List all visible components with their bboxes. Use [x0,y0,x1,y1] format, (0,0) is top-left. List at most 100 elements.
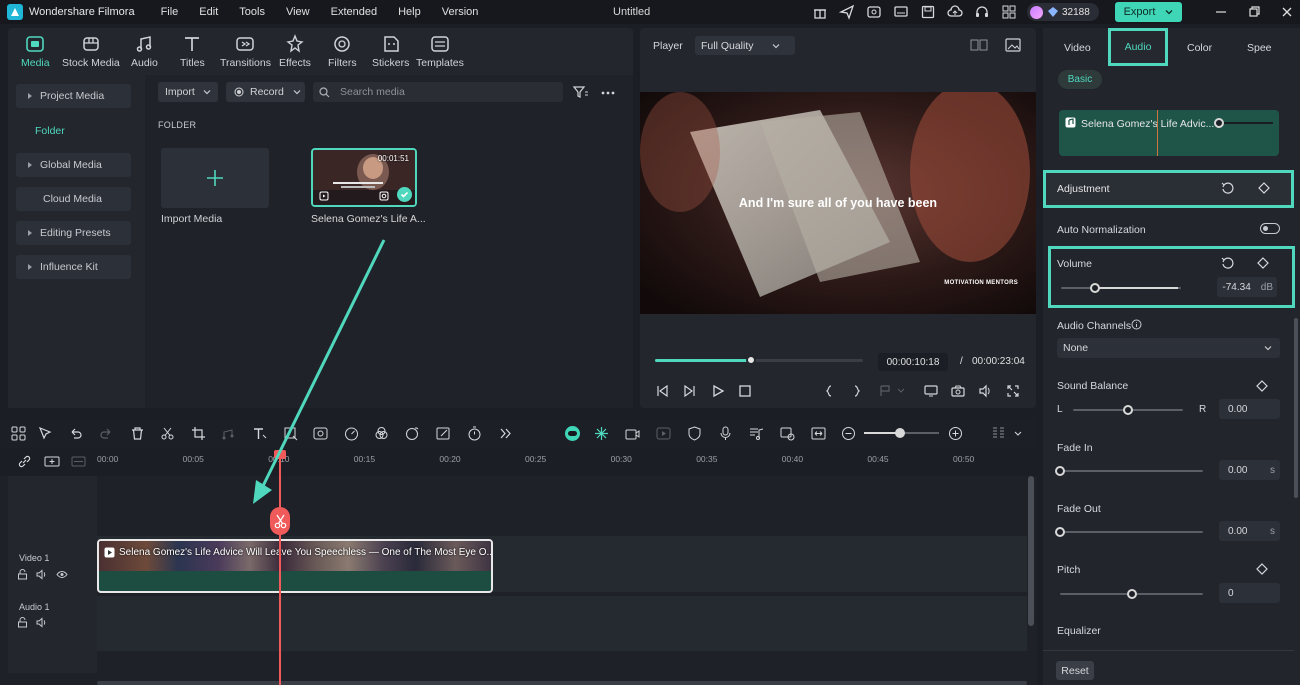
stop-icon[interactable] [738,384,752,398]
reset-button[interactable]: Reset [1056,661,1094,680]
tab-templates[interactable]: Templates [416,34,464,69]
compare-view-icon[interactable] [970,39,988,51]
fade-out-input[interactable]: 0.00 s [1219,521,1280,541]
reset-icon[interactable] [1221,182,1234,195]
timeline-horizontal-scrollbar[interactable] [97,681,1027,685]
screen-icon[interactable] [893,4,909,20]
video-preview[interactable]: And I'm sure all of you have been MOTIVA… [640,92,1036,314]
playhead-handle[interactable] [274,450,286,459]
import-media-tile[interactable] [161,148,269,208]
menu-edit[interactable]: Edit [199,6,218,18]
undo-icon[interactable] [68,426,83,441]
avatar[interactable] [1030,5,1043,19]
edit-image-icon[interactable] [436,426,451,441]
sound-balance-slider[interactable] [1073,405,1183,415]
feedback-icon[interactable] [866,4,882,20]
volume-value-input[interactable]: -74.34 dB [1217,277,1277,297]
headset-icon[interactable] [974,4,990,20]
volume-slider[interactable] [1061,283,1181,293]
sidebar-item-project-media[interactable]: Project Media [16,84,131,108]
menu-view[interactable]: View [286,6,310,18]
tab-audio[interactable]: Audio [131,34,158,69]
sidebar-item-editing-presets[interactable]: Editing Presets [16,221,131,245]
sound-balance-handle[interactable] [1123,405,1133,415]
timeline-video-clip[interactable]: Selena Gomez's Life Advice Will Leave Yo… [97,539,493,593]
mask-shield-icon[interactable] [687,426,702,441]
gift-icon[interactable] [812,4,828,20]
chevron-down-icon[interactable] [1165,8,1173,16]
tab-stock-media[interactable]: Stock Media [62,34,120,69]
import-dropdown[interactable]: Import [158,82,218,102]
fit-timeline-icon[interactable] [811,426,826,441]
pitch-slider[interactable] [1060,589,1203,599]
fullscreen-icon[interactable] [1006,384,1020,398]
playback-scrub-handle[interactable] [745,355,756,365]
record-dropdown[interactable]: Record [226,82,305,102]
timeline-playhead[interactable] [274,450,286,685]
search-input[interactable]: Search media [313,82,563,102]
zoom-in-icon[interactable] [948,426,963,441]
basic-subtab[interactable]: Basic [1058,70,1102,89]
delete-icon[interactable] [130,426,145,441]
tab-filters[interactable]: Filters [328,34,357,69]
pitch-handle[interactable] [1126,589,1137,599]
fade-out-slider[interactable] [1055,527,1203,537]
track-area[interactable]: Selena Gomez's Life Advice Will Leave Yo… [97,476,1027,673]
fade-in-input[interactable]: 0.00 s [1219,460,1280,480]
menu-help[interactable]: Help [398,6,421,18]
snapshot-image-icon[interactable] [1005,38,1021,52]
sidebar-item-folder[interactable]: Folder [35,125,65,137]
scissors-split-icon[interactable] [160,426,175,441]
credits-badge[interactable]: 32188 [1027,3,1099,21]
speaker-icon[interactable] [36,569,47,580]
speed-icon[interactable] [344,426,359,441]
keyframe-diamond-icon[interactable] [1257,257,1269,269]
media-clip-thumbnail[interactable]: 00:01:51 [311,148,417,207]
sidebar-item-influence-kit[interactable]: Influence Kit [16,255,131,279]
minimize-icon[interactable] [1214,5,1228,19]
audio-clip-card[interactable]: Selena Gomez's Life Advic... [1059,110,1279,156]
timeline-zoom-slider[interactable] [864,428,939,438]
color-match-icon[interactable] [313,426,328,441]
audio-clip-level-handle[interactable] [1214,118,1224,128]
fade-out-handle[interactable] [1055,527,1065,537]
layout-grid-icon[interactable] [11,426,26,441]
playback-progress-bar[interactable] [655,355,863,365]
quality-select[interactable]: Full Quality [695,36,795,55]
timeline-ruler[interactable]: 00:0000:0500:1000:1500:2000:2500:3000:35… [0,448,1037,476]
blend-icon[interactable] [374,426,389,441]
maximize-icon[interactable] [1247,5,1261,19]
audio-track-lane[interactable] [97,596,1027,651]
sidebar-item-cloud-media[interactable]: Cloud Media [16,187,131,211]
current-time[interactable]: 00:00:10:18 [878,353,948,371]
keyframe-diamond-icon[interactable] [1258,182,1270,194]
export-button[interactable]: Export [1115,2,1182,22]
cloud-upload-icon[interactable] [947,4,963,20]
chevron-down-icon[interactable] [1013,426,1023,441]
properties-scrollbar[interactable] [1294,318,1298,498]
mark-in-icon[interactable] [822,384,836,398]
auto-normalization-toggle[interactable] [1260,223,1280,234]
tab-audio-properties[interactable]: Audio [1108,28,1168,66]
link-icon[interactable] [17,454,32,469]
tab-speed[interactable]: Spee [1247,42,1272,54]
lock-icon[interactable] [17,569,28,580]
tab-titles[interactable]: Titles [180,34,205,69]
fade-in-slider[interactable] [1055,466,1203,476]
menu-version[interactable]: Version [442,6,479,18]
mark-out-icon[interactable] [850,384,864,398]
pitch-input[interactable]: 0 [1219,583,1280,603]
ai-effects-icon[interactable] [405,426,420,441]
camera-snapshot-icon[interactable] [951,384,965,398]
tab-media[interactable]: Media [21,34,50,69]
tab-stickers[interactable]: Stickers [372,34,409,69]
crop-icon[interactable] [191,426,206,441]
eye-icon[interactable] [56,569,68,580]
send-icon[interactable] [839,4,855,20]
info-icon[interactable] [1131,319,1142,330]
lock-icon[interactable] [17,617,28,628]
timeline-zoom-handle[interactable] [895,428,905,438]
menu-file[interactable]: File [161,6,179,18]
keyframe-diamond-icon[interactable] [1256,380,1268,392]
display-settings-icon[interactable] [924,384,938,398]
